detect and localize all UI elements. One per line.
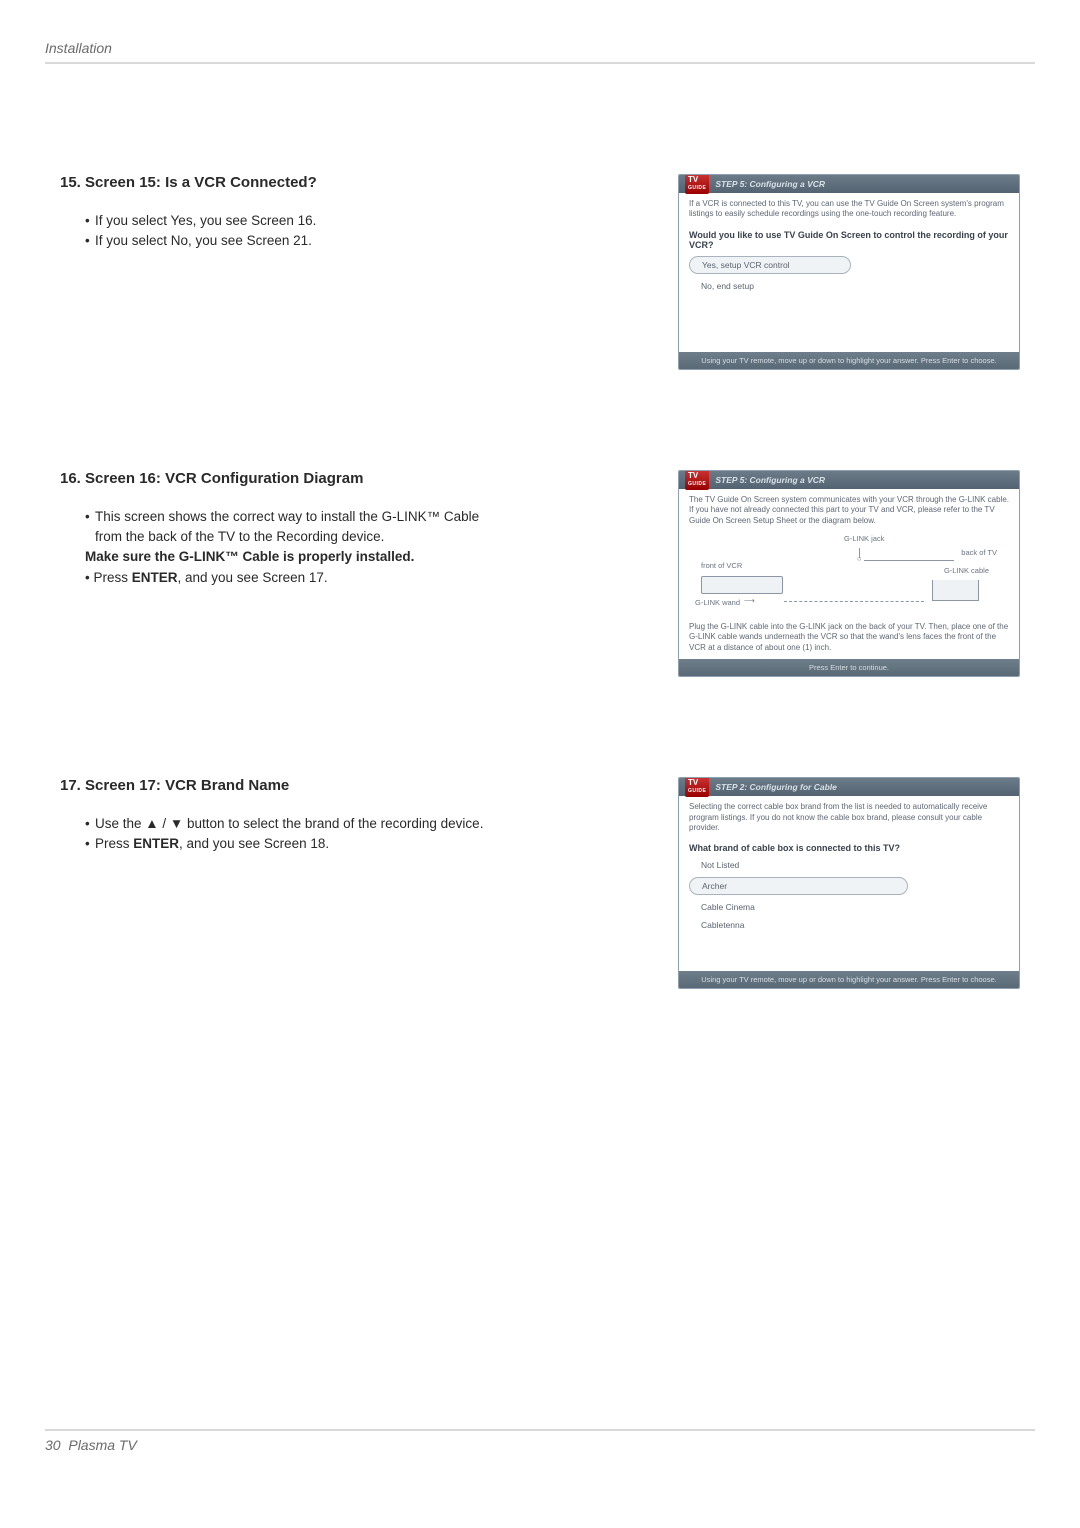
- panel-titlebar: TVGUIDE STEP 2: Configuring for Cable: [679, 778, 1019, 796]
- section-17-lines: Use the ▲ / ▼ button to select the brand…: [60, 814, 500, 855]
- option-not-listed[interactable]: Not Listed: [689, 857, 1009, 873]
- section-17-image-col: TVGUIDE STEP 2: Configuring for Cable Se…: [500, 777, 1020, 989]
- label-glink-wand: G-LINK wand: [695, 598, 740, 607]
- panel-question: What brand of cable box is connected to …: [689, 843, 1009, 853]
- section-16-text: 16. Screen 16: VCR Configuration Diagram…: [60, 470, 500, 588]
- panel-foot: Press Enter to continue.: [679, 659, 1019, 676]
- option-cabletenna[interactable]: Cabletenna: [689, 917, 1009, 933]
- option-yes[interactable]: Yes, setup VCR control: [689, 256, 851, 274]
- line-item: Press ENTER, and you see Screen 18.: [85, 834, 500, 854]
- panel-body: If a VCR is connected to this TV, you ca…: [679, 193, 1019, 352]
- label-glink-jack: G-LINK jack: [844, 534, 884, 543]
- cable-drop: [932, 580, 979, 601]
- vcr-diagram-panel: TVGUIDE STEP 5: Configuring a VCR The TV…: [678, 470, 1020, 677]
- section-15-bullets: If you select Yes, you see Screen 16. If…: [60, 211, 500, 252]
- panel-foot: Using your TV remote, move up or down to…: [679, 971, 1019, 988]
- jack-icon: ○: [857, 554, 862, 563]
- footer-text: 30 Plasma TV: [45, 1431, 1035, 1453]
- panel-title: STEP 5: Configuring a VCR: [715, 475, 825, 485]
- tv-guide-logo-icon: TVGUIDE: [685, 470, 709, 490]
- label-back-tv: back of TV: [961, 548, 997, 557]
- tv-back-line: [864, 560, 954, 561]
- panel-body: Selecting the correct cable box brand fr…: [679, 796, 1019, 971]
- line-item: • Press ENTER, and you see Screen 17.: [85, 568, 500, 588]
- section-15-text: 15. Screen 15: Is a VCR Connected? If yo…: [60, 174, 500, 252]
- label-glink-cable: G-LINK cable: [944, 566, 989, 575]
- manual-page: Installation 15. Screen 15: Is a VCR Con…: [0, 0, 1080, 1528]
- bullet-item: If you select Yes, you see Screen 16.: [85, 211, 500, 231]
- arrow-icon: ⟶: [744, 596, 755, 605]
- vcr-box: [701, 576, 783, 594]
- panel-title: STEP 5: Configuring a VCR: [715, 179, 825, 189]
- option-cable-cinema[interactable]: Cable Cinema: [689, 899, 1009, 915]
- product-name: Plasma TV: [68, 1437, 136, 1453]
- line-item: Make sure the G-LINK™ Cable is properly …: [85, 547, 500, 567]
- option-archer[interactable]: Archer: [689, 877, 908, 895]
- page-header: Installation: [45, 40, 1035, 64]
- section-16-extra: Make sure the G-LINK™ Cable is properly …: [60, 547, 500, 588]
- panel-desc: The TV Guide On Screen system communicat…: [689, 495, 1009, 526]
- label-front-vcr: front of VCR: [701, 561, 742, 570]
- panel-foot: Using your TV remote, move up or down to…: [679, 352, 1019, 369]
- line-item: This screen shows the correct way to ins…: [85, 507, 500, 548]
- vcr-connect-panel: TVGUIDE STEP 5: Configuring a VCR If a V…: [678, 174, 1020, 370]
- panel-spacer: [689, 935, 1009, 965]
- panel-spacer: [689, 296, 1009, 346]
- panel-title: STEP 2: Configuring for Cable: [715, 782, 837, 792]
- option-no[interactable]: No, end setup: [689, 278, 1009, 294]
- section-17-heading: 17. Screen 17: VCR Brand Name: [60, 777, 500, 794]
- tv-guide-logo-icon: TVGUIDE: [685, 777, 709, 797]
- line-item: Use the ▲ / ▼ button to select the brand…: [85, 814, 500, 834]
- section-16-image-col: TVGUIDE STEP 5: Configuring a VCR The TV…: [500, 470, 1020, 677]
- section-16-heading: 16. Screen 16: VCR Configuration Diagram: [60, 470, 500, 487]
- bullet-item: If you select No, you see Screen 21.: [85, 231, 500, 251]
- section-16-lines: This screen shows the correct way to ins…: [60, 507, 500, 548]
- panel-question: Would you like to use TV Guide On Screen…: [689, 230, 1009, 250]
- section-16: 16. Screen 16: VCR Configuration Diagram…: [60, 470, 1020, 677]
- option-list: Not Listed Archer Cable Cinema Cabletenn…: [689, 857, 1009, 933]
- panel-titlebar: TVGUIDE STEP 5: Configuring a VCR: [679, 175, 1019, 193]
- panel-desc: If a VCR is connected to this TV, you ca…: [689, 199, 1009, 220]
- cable-brand-panel: TVGUIDE STEP 2: Configuring for Cable Se…: [678, 777, 1020, 989]
- ground-line: [784, 600, 924, 602]
- section-17-text: 17. Screen 17: VCR Brand Name Use the ▲ …: [60, 777, 500, 855]
- page-number: 30: [45, 1437, 61, 1453]
- panel-titlebar: TVGUIDE STEP 5: Configuring a VCR: [679, 471, 1019, 489]
- glink-diagram: front of VCR G-LINK wand ⟶ G-LINK jack ○…: [689, 526, 1009, 616]
- section-15: 15. Screen 15: Is a VCR Connected? If yo…: [60, 174, 1020, 370]
- panel-desc: Selecting the correct cable box brand fr…: [689, 802, 1009, 833]
- option-list: Yes, setup VCR control No, end setup: [689, 254, 1009, 294]
- header-section-title: Installation: [45, 40, 1035, 62]
- page-body: 15. Screen 15: Is a VCR Connected? If yo…: [45, 64, 1035, 989]
- panel-desc-2: Plug the G-LINK cable into the G-LINK ja…: [689, 622, 1009, 653]
- section-15-image-col: TVGUIDE STEP 5: Configuring a VCR If a V…: [500, 174, 1020, 370]
- section-17: 17. Screen 17: VCR Brand Name Use the ▲ …: [60, 777, 1020, 989]
- tv-guide-logo-icon: TVGUIDE: [685, 174, 709, 194]
- panel-body: The TV Guide On Screen system communicat…: [679, 489, 1019, 659]
- section-15-heading: 15. Screen 15: Is a VCR Connected?: [60, 174, 500, 191]
- page-footer: 30 Plasma TV: [45, 1429, 1035, 1453]
